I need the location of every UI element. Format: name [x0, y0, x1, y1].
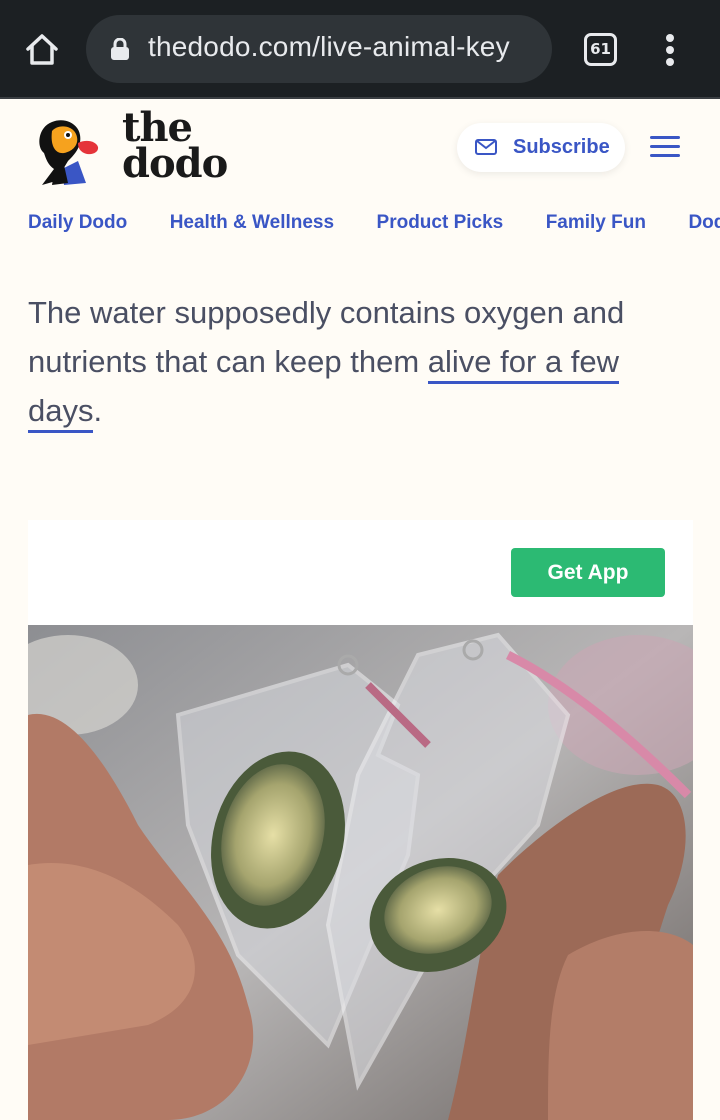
tab-switcher-icon[interactable]: 61 [584, 33, 617, 66]
lock-icon [111, 38, 129, 60]
toolbar-divider [0, 97, 720, 99]
site-logo-text[interactable]: the dodo [122, 108, 228, 187]
more-menu-icon[interactable] [664, 34, 676, 68]
subscribe-label: Subscribe [513, 136, 610, 158]
app-banner: Get App [28, 520, 693, 626]
article-paragraph: The water supposedly contains oxygen and… [28, 288, 688, 435]
dodo-logo-icon[interactable] [34, 113, 110, 189]
logo-line-dodo: dodo [122, 140, 228, 187]
nav-item-dodo[interactable]: Dodo [688, 212, 720, 234]
nav-item-family-fun[interactable]: Family Fun [546, 212, 646, 234]
address-bar[interactable]: thedodo.com/live-animal-key [86, 15, 552, 83]
nav-item-product-picks[interactable]: Product Picks [377, 212, 504, 234]
paragraph-end: . [93, 393, 103, 428]
nav-item-daily-dodo[interactable]: Daily Dodo [28, 212, 127, 234]
category-nav: Daily Dodo Health & Wellness Product Pic… [28, 212, 720, 240]
url-text: thedodo.com/live-animal-key [148, 31, 510, 62]
subscribe-button[interactable]: Subscribe [457, 123, 625, 172]
home-icon[interactable] [22, 30, 62, 70]
nav-item-health-wellness[interactable]: Health & Wellness [170, 212, 334, 234]
hamburger-menu-icon[interactable] [650, 136, 680, 160]
get-app-button[interactable]: Get App [511, 548, 665, 597]
article-photo [28, 625, 693, 1120]
mail-icon [475, 139, 497, 155]
